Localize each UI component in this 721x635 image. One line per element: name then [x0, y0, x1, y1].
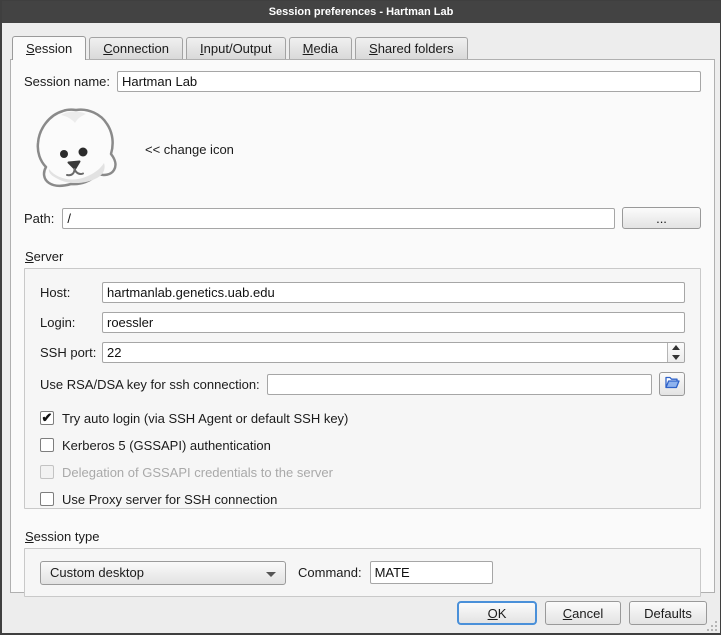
checkbox-use-proxy-label: Use Proxy server for SSH connection [62, 492, 277, 507]
checkbox-try-auto-login-label: Try auto login (via SSH Agent or default… [62, 411, 348, 426]
tab-session[interactable]: Session [12, 36, 86, 60]
chevron-down-icon [266, 572, 276, 577]
tab-connection[interactable]: Connection [89, 37, 183, 59]
ok-button[interactable]: OK [457, 601, 537, 625]
checkbox-kerberos[interactable]: ✔ Kerberos 5 (GSSAPI) authentication [40, 436, 685, 454]
cancel-button-label: Cancel [563, 606, 603, 621]
checkbox-kerberos-label: Kerberos 5 (GSSAPI) authentication [62, 438, 271, 453]
tab-bar: Session Connection Input/Output Media Sh… [12, 36, 471, 59]
rsa-key-input[interactable] [267, 374, 652, 395]
checkbox-try-auto-login[interactable]: ✔ Try auto login (via SSH Agent or defau… [40, 409, 685, 427]
checkbox-box: ✔ [40, 465, 54, 479]
command-label: Command: [298, 565, 362, 580]
session-type-group-label: Session type [25, 529, 714, 544]
tab-shared-folders[interactable]: Shared folders [355, 37, 468, 59]
ssh-port-spinbox [102, 342, 685, 363]
window-title: Session preferences - Hartman Lab [269, 6, 454, 18]
defaults-button[interactable]: Defaults [629, 601, 707, 625]
tab-input-output[interactable]: Input/Output [186, 37, 286, 59]
ok-button-label: OK [488, 606, 507, 621]
resize-grip[interactable] [707, 621, 717, 631]
ssh-port-decrement-button[interactable] [668, 353, 684, 363]
tab-connection-label: Connection [103, 41, 169, 56]
checkbox-box: ✔ [40, 411, 54, 425]
session-type-dropdown[interactable]: Custom desktop [40, 561, 286, 585]
tab-media-label: Media [303, 41, 338, 56]
checkbox-gssapi-delegation: ✔ Delegation of GSSAPI credentials to th… [40, 463, 685, 481]
checkbox-gssapi-delegation-label: Delegation of GSSAPI credentials to the … [62, 465, 333, 480]
arrow-up-icon [672, 345, 680, 350]
open-folder-icon [664, 375, 680, 393]
login-label: Login: [40, 315, 102, 330]
checkbox-box: ✔ [40, 492, 54, 506]
rsa-key-label: Use RSA/DSA key for ssh connection: [40, 377, 260, 392]
path-label: Path: [24, 211, 54, 226]
cancel-button[interactable]: Cancel [545, 601, 621, 625]
tab-shared-folders-label: Shared folders [369, 41, 454, 56]
session-type-dropdown-value: Custom desktop [50, 565, 144, 580]
tab-session-label: Session [26, 41, 72, 56]
dialog-button-row: OK Cancel Defaults [457, 601, 707, 625]
path-browse-button[interactable]: ... [622, 207, 701, 229]
ssh-port-increment-button[interactable] [668, 343, 684, 353]
command-input[interactable] [370, 561, 493, 584]
tab-input-output-label: Input/Output [200, 41, 272, 56]
path-input[interactable] [62, 208, 615, 229]
ssh-port-label: SSH port: [40, 345, 102, 360]
arrow-down-icon [672, 355, 680, 360]
server-group-box: Host: Login: SSH port: Use RSA/DSA key [24, 268, 701, 509]
seal-icon [31, 179, 121, 194]
window-titlebar[interactable]: Session preferences - Hartman Lab [2, 1, 720, 23]
check-icon: ✔ [42, 411, 53, 424]
change-icon-label: << change icon [145, 142, 234, 157]
session-preferences-dialog: Session preferences - Hartman Lab Sessio… [0, 0, 721, 635]
session-icon-button[interactable] [31, 107, 121, 191]
checkbox-use-proxy[interactable]: ✔ Use Proxy server for SSH connection [40, 490, 685, 508]
server-group-label: Server [25, 249, 714, 264]
rsa-key-browse-button[interactable] [659, 372, 685, 396]
host-input[interactable] [102, 282, 685, 303]
session-tab-panel: Session name: << change icon [10, 59, 715, 593]
session-type-group-box: Custom desktop Command: [24, 548, 701, 597]
session-name-input[interactable] [117, 71, 701, 92]
ssh-port-input[interactable] [102, 342, 685, 363]
login-input[interactable] [102, 312, 685, 333]
host-label: Host: [40, 285, 102, 300]
checkbox-box: ✔ [40, 438, 54, 452]
tab-media[interactable]: Media [289, 37, 352, 59]
session-name-label: Session name: [24, 74, 110, 89]
